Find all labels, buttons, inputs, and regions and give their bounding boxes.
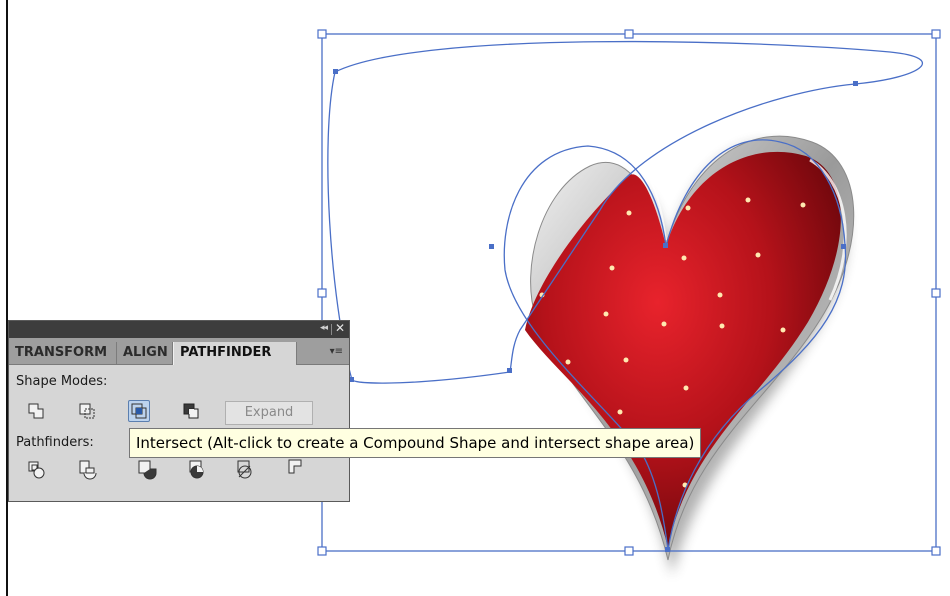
panel-tabs: TRANSFORM ALIGN PATHFINDER ▾≡: [9, 338, 349, 365]
crop-button[interactable]: [185, 459, 207, 481]
divide-icon: [28, 461, 45, 479]
trim-button[interactable]: [77, 459, 99, 481]
intersect-icon: [131, 403, 147, 419]
tab-pathfinder[interactable]: PATHFINDER: [173, 342, 297, 365]
trim-icon: [79, 460, 97, 480]
panel-menu-icon[interactable]: ▾≡: [330, 346, 343, 357]
crop-icon: [189, 460, 204, 479]
outline-icon: [237, 460, 252, 479]
artboard-canvas[interactable]: [0, 0, 950, 596]
tab-align[interactable]: ALIGN: [117, 342, 173, 364]
unite-icon: [28, 403, 44, 419]
exclude-button[interactable]: [181, 401, 203, 423]
pathfinder-panel: ◂◂ ✕ TRANSFORM ALIGN PATHFINDER ▾≡ Shape…: [8, 320, 350, 502]
minus-front-icon: [79, 403, 95, 419]
minus-back-button[interactable]: [285, 457, 307, 479]
divide-button[interactable]: [26, 459, 48, 481]
pathfinders-label: Pathfinders:: [16, 435, 94, 450]
minus-front-button[interactable]: [77, 401, 99, 423]
unite-button[interactable]: [26, 401, 48, 423]
minus-back-icon: [288, 459, 302, 474]
intersect-button[interactable]: [128, 400, 150, 422]
exclude-icon: [183, 403, 199, 419]
shape-modes-label: Shape Modes:: [16, 374, 108, 389]
tab-transform[interactable]: TRANSFORM: [9, 342, 117, 364]
titlebar-divider: [331, 324, 332, 335]
merge-icon: [138, 460, 157, 480]
intersect-tooltip: Intersect (Alt-click to create a Compoun…: [129, 428, 702, 458]
artwork: [317, 29, 941, 575]
merge-button[interactable]: [136, 459, 158, 481]
expand-button[interactable]: Expand: [225, 401, 313, 425]
close-icon[interactable]: ✕: [335, 321, 345, 335]
panel-titlebar[interactable]: ◂◂ ✕: [9, 321, 349, 338]
outline-button[interactable]: [233, 459, 255, 481]
collapse-icon[interactable]: ◂◂: [320, 323, 328, 333]
